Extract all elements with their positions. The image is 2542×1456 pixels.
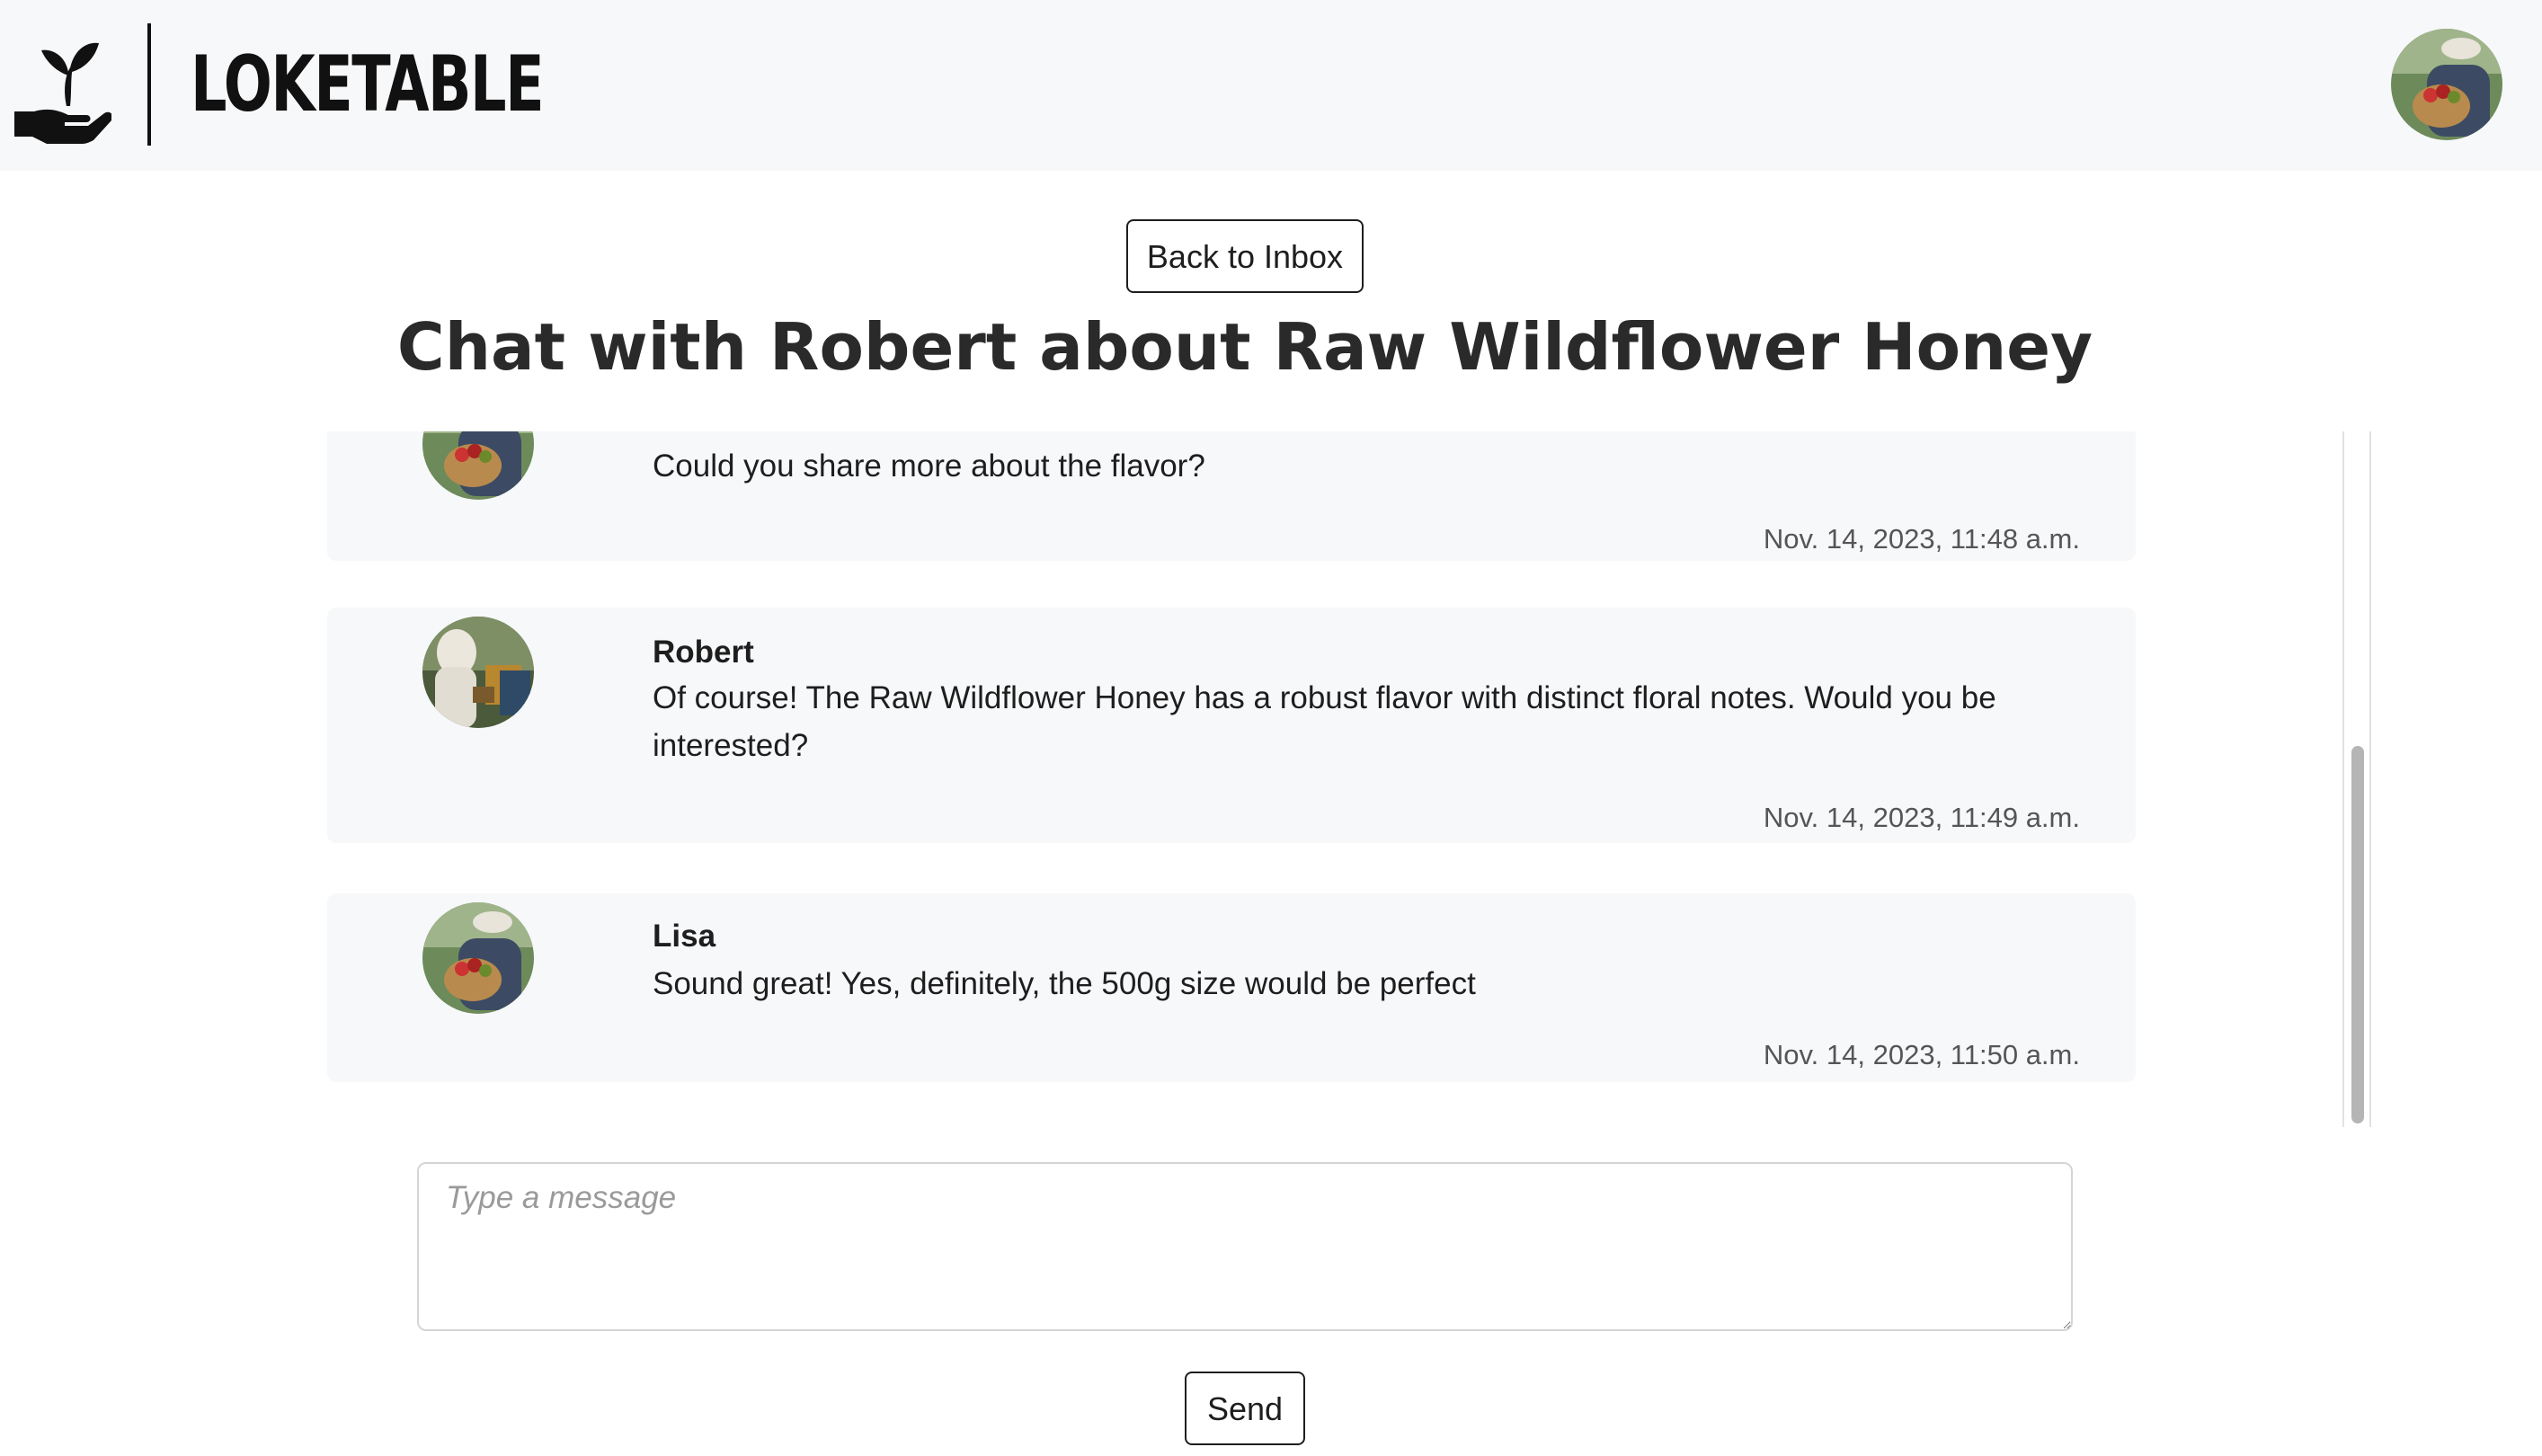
lisa-avatar-icon	[422, 431, 534, 500]
message-list[interactable]: Could you share more about the flavor? N…	[327, 431, 2371, 1127]
message-text: Of course! The Raw Wildflower Honey has …	[653, 680, 1996, 763]
robert-avatar-icon	[422, 617, 534, 728]
user-avatar-icon	[2391, 29, 2502, 140]
message-text: Sound great! Yes, definitely, the 500g s…	[653, 966, 1476, 1001]
message-text: Could you share more about the flavor?	[653, 448, 1205, 484]
sender-avatar	[422, 617, 534, 728]
message-timestamp: Nov. 14, 2023, 11:50 a.m.	[1763, 1039, 2080, 1070]
user-avatar[interactable]	[2391, 29, 2502, 140]
app-logo-text[interactable]: LOKETABLE	[191, 40, 545, 129]
message-input[interactable]	[417, 1162, 2073, 1331]
message-timestamp: Nov. 14, 2023, 11:48 a.m.	[1763, 523, 2080, 555]
back-to-inbox-button[interactable]: Back to Inbox	[1126, 219, 1364, 293]
message-timestamp: Nov. 14, 2023, 11:49 a.m.	[1763, 802, 2080, 833]
hand-sprout-icon[interactable]	[11, 36, 111, 144]
message-sender: Robert	[653, 635, 754, 670]
message-item: Robert Of course! The Raw Wildflower Hon…	[327, 608, 2136, 843]
logo-divider	[147, 23, 151, 146]
lisa-avatar-icon	[422, 902, 534, 1014]
sender-avatar	[422, 431, 534, 500]
message-item: Lisa Sound great! Yes, definitely, the 5…	[327, 893, 2136, 1082]
message-sender: Lisa	[653, 919, 716, 954]
sender-avatar	[422, 902, 534, 1014]
top-header: LOKETABLE	[0, 0, 2542, 171]
message-item: Could you share more about the flavor? N…	[327, 431, 2136, 561]
scrollbar-thumb[interactable]	[2351, 746, 2364, 1123]
page-title: Chat with Robert about Raw Wildflower Ho…	[396, 309, 2093, 385]
send-button[interactable]: Send	[1185, 1372, 1305, 1445]
message-list-scrollbar[interactable]	[2342, 431, 2371, 1127]
